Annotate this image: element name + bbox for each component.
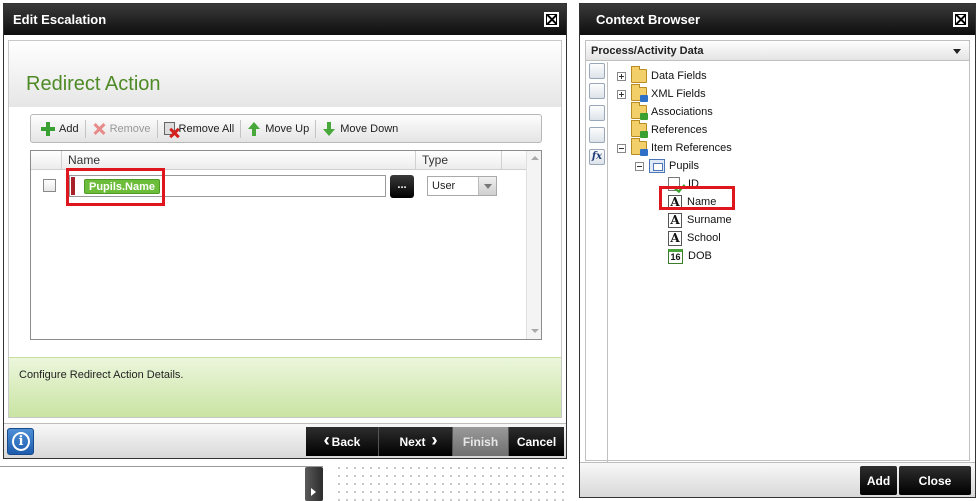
collapse-icon[interactable]: [617, 143, 626, 153]
bottom-panel: [0, 466, 323, 501]
page-header: Redirect Action: [9, 41, 561, 107]
toolbar-divider: [156, 119, 158, 138]
remove-button[interactable]: Remove: [88, 118, 155, 140]
dialog-title: Edit Escalation: [13, 12, 107, 27]
data-source-value: Process/Activity Data: [591, 45, 704, 57]
edit-escalation-dialog: Edit Escalation Redirect Action Add Remo…: [3, 3, 567, 459]
folder-icon: [631, 120, 648, 138]
grid-header-type[interactable]: Type: [416, 151, 502, 170]
tree-node-data-fields[interactable]: Data Fields: [617, 66, 707, 85]
toolbar-divider: [84, 119, 86, 138]
highlight-box: [659, 186, 735, 210]
context-browser-dialog: Context Browser Process/Activity Data fx…: [579, 3, 976, 498]
folder-icon: [631, 84, 648, 102]
finish-button[interactable]: Finish: [453, 427, 509, 456]
add-button[interactable]: Add: [860, 466, 897, 495]
toolbar-divider: [315, 119, 317, 138]
info-panel: Configure Redirect Action Details.: [9, 357, 561, 417]
expand-panel-handle[interactable]: [305, 467, 323, 501]
back-button[interactable]: ‹‹ Back: [306, 427, 379, 456]
arrow-down-icon: [322, 121, 336, 136]
tree-node-pupils[interactable]: Pupils: [635, 157, 699, 175]
text-field-icon: A: [668, 212, 682, 228]
add-button[interactable]: Add: [37, 118, 83, 140]
cancel-button[interactable]: Cancel: [509, 427, 564, 456]
arrow-up-icon: [247, 121, 261, 136]
expand-icon[interactable]: [617, 71, 626, 81]
page-title: Redirect Action: [26, 73, 161, 95]
close-icon[interactable]: [544, 12, 559, 27]
folder-icon: [631, 66, 647, 83]
tree-node-item-references[interactable]: Item References: [617, 138, 732, 157]
delete-all-icon: [163, 122, 175, 135]
chevron-down-icon[interactable]: [478, 177, 496, 195]
edit-body: Redirect Action Add Remove Remove All Mo…: [8, 40, 562, 418]
scroll-up-icon[interactable]: [531, 156, 539, 160]
move-down-button[interactable]: Move Down: [318, 118, 402, 140]
collapse-icon[interactable]: [635, 161, 644, 171]
tree-node-associations[interactable]: Associations: [617, 102, 713, 121]
tree-node-dob[interactable]: 16 DOB: [668, 247, 712, 265]
type-select[interactable]: User: [427, 176, 497, 196]
type-select-value: User: [432, 180, 456, 192]
grid-header-select: [31, 151, 62, 170]
folder-icon: [631, 138, 648, 156]
context-browser-title: Context Browser: [596, 12, 701, 27]
side-tab-smartobjects[interactable]: [589, 105, 605, 121]
tree-node-references[interactable]: References: [617, 120, 707, 139]
toolbar-divider: [240, 119, 242, 138]
close-button[interactable]: Close: [899, 466, 971, 495]
side-tab-functions[interactable]: fx: [589, 149, 605, 165]
context-browser-footer: Add Close: [580, 462, 975, 497]
highlight-box: [66, 168, 165, 206]
expand-icon[interactable]: [617, 89, 626, 99]
tree-node-school[interactable]: A School: [668, 229, 721, 247]
plus-icon: [41, 121, 55, 136]
info-text: Configure Redirect Action Details.: [19, 369, 184, 381]
wizard-footer: i ‹‹ Back Next ›› Finish Cancel: [4, 423, 566, 458]
folder-icon: [631, 102, 648, 120]
date-field-icon: 16: [668, 248, 683, 264]
destination-grid: Name Type Pupils.Name ... User: [30, 150, 542, 340]
wizard-nav: ‹‹ Back Next ›› Finish Cancel: [306, 427, 564, 456]
dotted-canvas: [335, 464, 567, 501]
next-button[interactable]: Next ››: [379, 427, 453, 456]
context-side-tabs: fx: [587, 63, 607, 173]
remove-icon: [92, 122, 106, 136]
reference-icon: [649, 159, 665, 173]
context-browser-titlebar[interactable]: Context Browser: [580, 4, 975, 35]
close-icon[interactable]: [953, 12, 968, 27]
row-checkbox[interactable]: [43, 179, 56, 192]
side-divider: [607, 62, 608, 462]
grid-scrollbar[interactable]: [526, 151, 541, 339]
context-browser-body: Process/Activity Data fx Data Fields XML…: [585, 40, 970, 462]
edit-escalation-titlebar[interactable]: Edit Escalation: [4, 4, 566, 35]
move-up-button[interactable]: Move Up: [243, 118, 313, 140]
chevron-down-icon[interactable]: [953, 49, 961, 54]
tree-node-surname[interactable]: A Surname: [668, 211, 732, 229]
grid-toolbar: Add Remove Remove All Move Up Move Down: [30, 114, 542, 143]
side-tab-environment[interactable]: [589, 127, 605, 143]
tree-node-xml-fields[interactable]: XML Fields: [617, 84, 706, 103]
text-field-icon: A: [668, 230, 682, 246]
info-button[interactable]: i: [7, 428, 34, 455]
info-icon: i: [12, 432, 30, 451]
data-source-dropdown[interactable]: Process/Activity Data: [586, 41, 969, 61]
side-tab-workflow[interactable]: [589, 83, 605, 99]
remove-all-button[interactable]: Remove All: [160, 118, 239, 140]
ellipsis-button[interactable]: ...: [390, 175, 414, 198]
scroll-down-icon[interactable]: [531, 329, 539, 333]
side-tab-process-data[interactable]: [589, 63, 605, 79]
